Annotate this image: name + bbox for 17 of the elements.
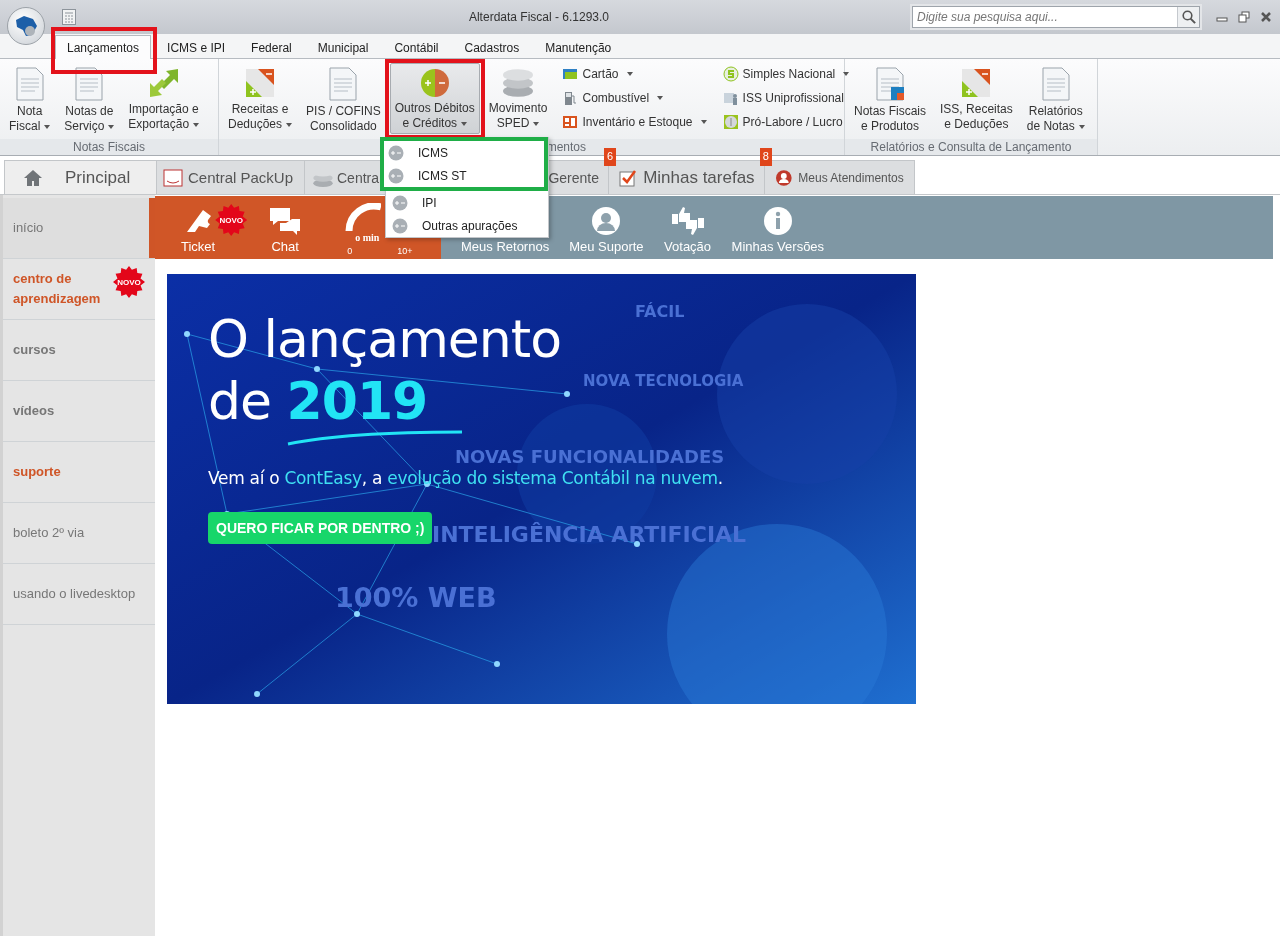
scale-label: 0 xyxy=(347,246,353,256)
window-title: Alterdata Fiscal - 6.1293.0 xyxy=(467,10,611,24)
group-label: Notas Fiscais xyxy=(0,139,218,155)
scale-label: 10+ xyxy=(397,246,413,256)
background-word: NOVA TECNOLOGIA xyxy=(583,372,744,390)
background-word: INTELIGÊNCIA ARTIFICIAL xyxy=(432,522,747,547)
background-word: FÁCIL xyxy=(635,302,685,321)
background-word: NOVAS FUNCIONALIDADES xyxy=(455,446,725,467)
new-badge: NOVO xyxy=(113,266,145,298)
headline: O lançamento xyxy=(208,308,561,370)
count-badge: 6 xyxy=(604,148,617,166)
gauge-caption: o min xyxy=(355,232,380,243)
background-word: 100% WEB xyxy=(335,582,497,613)
group-label: Relatórios e Consulta de Lançamento xyxy=(845,139,1097,155)
new-badge: NOVO xyxy=(215,204,248,236)
headline: de 2019 xyxy=(208,370,428,432)
banner-text: Vem aí o ContEasy, a evolução do sistema Contábil na nuvem. xyxy=(208,468,723,488)
